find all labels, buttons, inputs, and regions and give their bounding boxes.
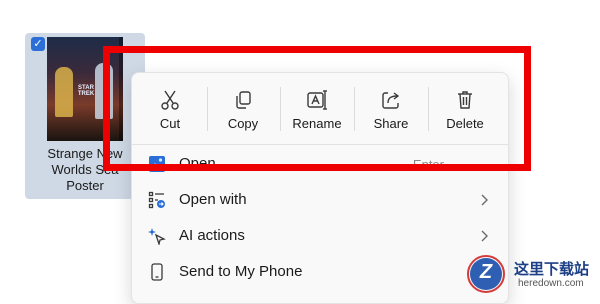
watermark-logo-letter: Z [479, 261, 493, 283]
menu-item-send-to-phone[interactable]: Send to My Phone [132, 255, 508, 289]
file-name-line-2: Worlds Sea [51, 162, 119, 177]
chevron-right-icon [478, 228, 490, 244]
rename-label: Rename [292, 116, 342, 131]
scissors-icon [133, 89, 207, 111]
copy-icon [206, 89, 280, 111]
share-icon [354, 89, 428, 111]
image-icon [148, 155, 166, 173]
rename-button[interactable]: Rename [280, 81, 354, 135]
poster-thumbnail: STAR TREK [47, 37, 123, 141]
phone-icon [148, 263, 166, 281]
menu-item-open-with-label: Open with [179, 191, 247, 208]
menu-item-ai-actions[interactable]: AI actions [132, 219, 508, 253]
watermark-text-cn: 这里下载站 [514, 261, 590, 278]
menu-item-open-with[interactable]: Open with [132, 183, 508, 217]
rename-icon [280, 89, 354, 111]
menu-item-ai-actions-label: AI actions [179, 227, 245, 244]
menu-item-open-label: Open [179, 155, 216, 172]
copy-button[interactable]: Copy [206, 81, 280, 135]
thumbnail-title: STAR TREK [77, 85, 95, 97]
chevron-right-icon [478, 192, 490, 208]
copy-label: Copy [227, 116, 259, 131]
file-tile-strange-new-worlds[interactable]: ✓ STAR TREK Strange New Worlds Sea Poste… [25, 33, 145, 199]
watermark-text-en: heredown.com [518, 278, 584, 289]
context-menu: Cut Copy Rename Share Delete Open Enter … [131, 72, 509, 304]
open-shortcut: Enter [412, 157, 444, 172]
delete-label: Delete [446, 116, 484, 131]
ai-sparkle-icon [148, 227, 166, 247]
cut-button[interactable]: Cut [133, 81, 207, 135]
trash-icon [428, 89, 502, 111]
selection-checkbox[interactable]: ✓ [31, 37, 45, 51]
share-label: Share [373, 116, 409, 131]
file-name-label: Strange New Worlds Sea Poster [25, 146, 145, 194]
quick-actions-bar: Cut Copy Rename Share Delete [132, 73, 508, 141]
share-button[interactable]: Share [354, 81, 428, 135]
file-name-line-1: Strange New [47, 146, 123, 161]
open-with-icon [148, 191, 166, 209]
menu-item-send-to-phone-label: Send to My Phone [179, 263, 303, 280]
file-name-line-3: Poster [66, 178, 104, 193]
menu-item-open[interactable]: Open Enter [132, 147, 508, 181]
watermark-logo: Z 这里下载站 heredown.com [467, 255, 600, 294]
delete-button[interactable]: Delete [428, 81, 502, 135]
cut-label: Cut [159, 116, 181, 131]
menu-divider [132, 144, 508, 145]
